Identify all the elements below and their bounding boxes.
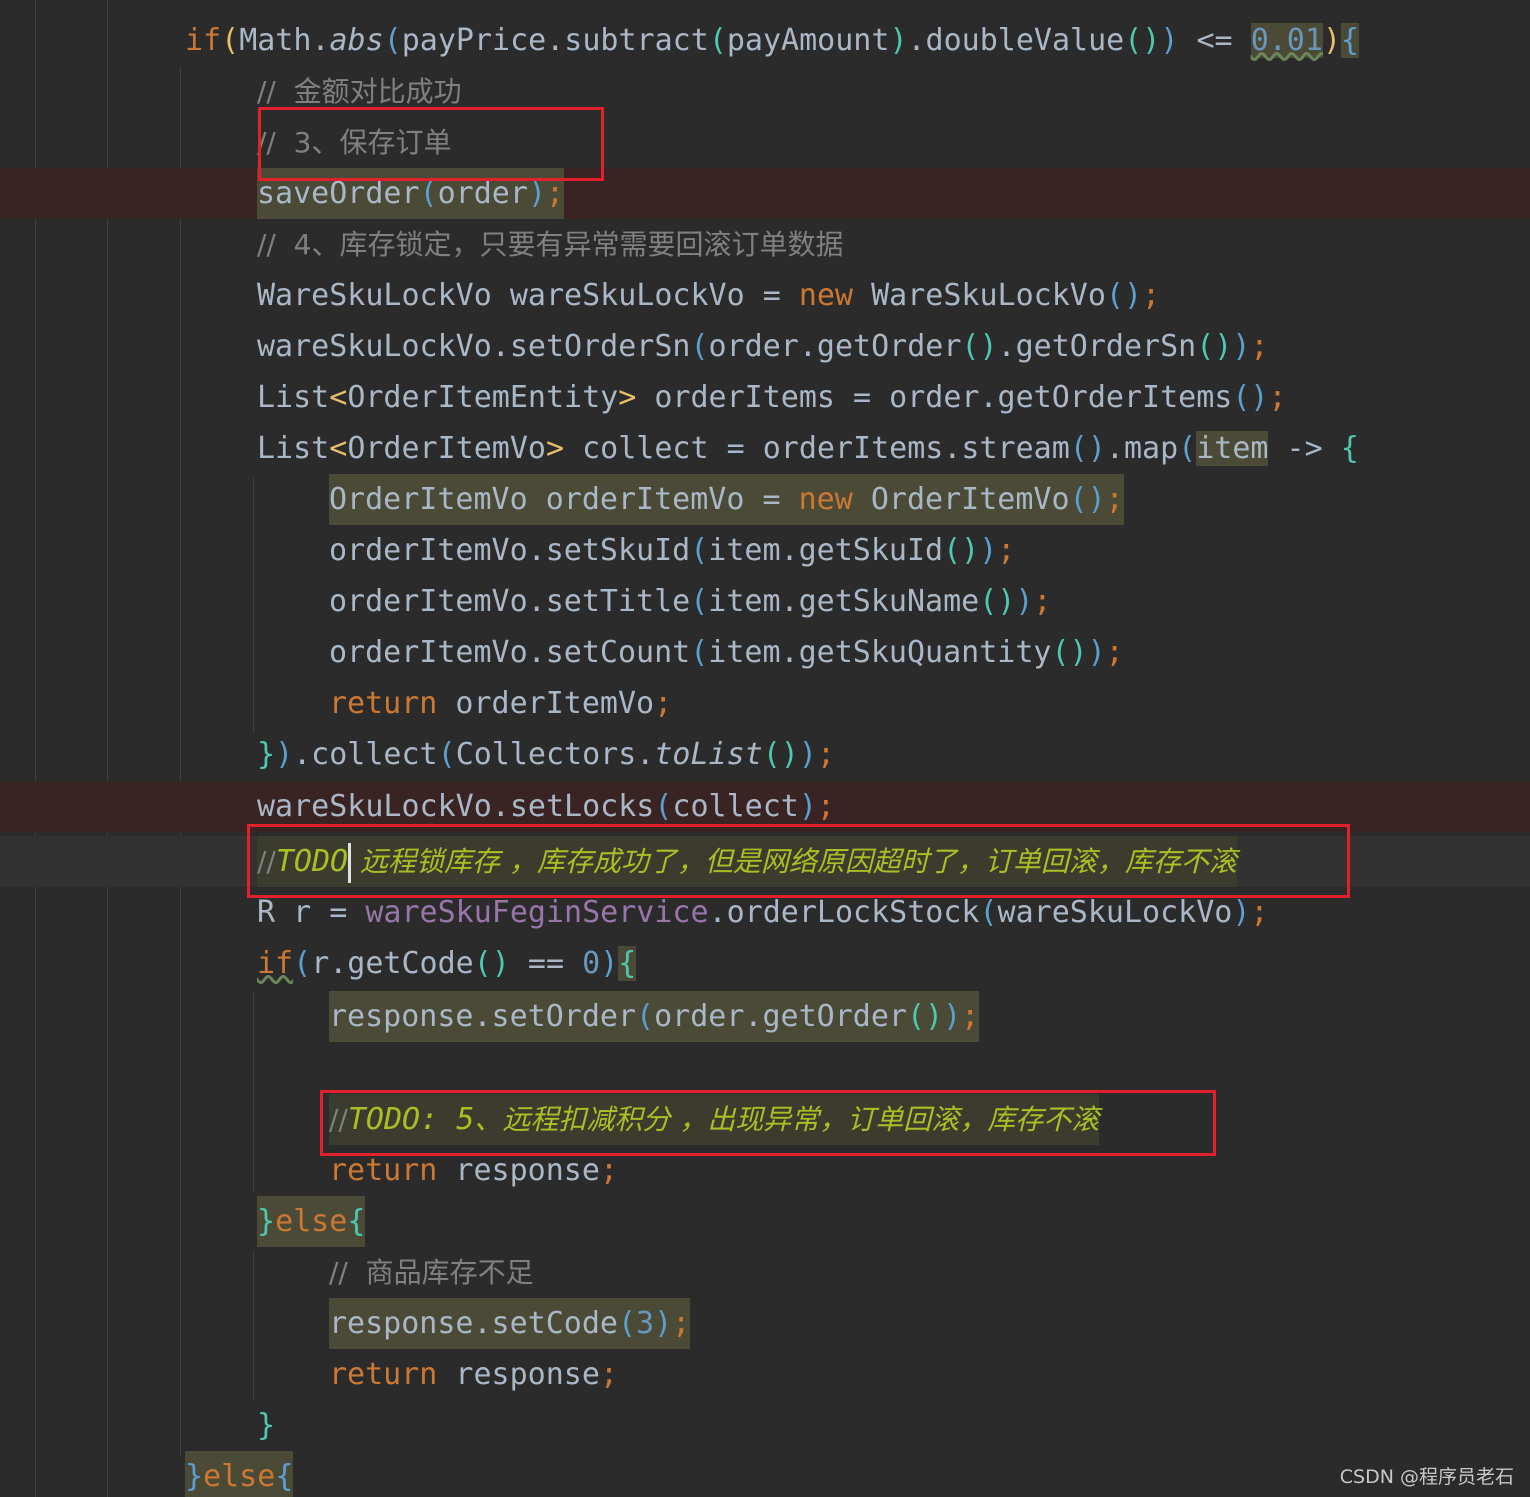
code-line-breakpoint[interactable]: saveOrder(order); bbox=[0, 168, 1530, 219]
code-comment: // 商品库存不足 bbox=[329, 1256, 534, 1289]
code-line[interactable]: List<OrderItemEntity> orderItems = order… bbox=[0, 372, 1530, 423]
code-line[interactable]: return response; bbox=[0, 1349, 1530, 1400]
code-line[interactable]: response.setCode(3); bbox=[0, 1298, 1530, 1349]
code-comment: // 4、库存锁定，只要有异常需要回滚订单数据 bbox=[257, 228, 844, 261]
annotation-box-deduct-points bbox=[320, 1090, 1216, 1156]
annotation-box-save-order bbox=[258, 107, 604, 181]
keyword-if: if bbox=[185, 23, 222, 58]
code-line[interactable]: response.setOrder(order.getOrder()); bbox=[0, 991, 1530, 1042]
code-line[interactable]: // 3、保存订单 bbox=[0, 117, 1530, 168]
code-line[interactable]: return orderItemVo; bbox=[0, 678, 1530, 729]
code-line[interactable]: }else{ bbox=[0, 1451, 1530, 1497]
code-line[interactable]: WareSkuLockVo wareSkuLockVo = new WareSk… bbox=[0, 270, 1530, 321]
code-line[interactable]: orderItemVo.setSkuId(item.getSkuId()); bbox=[0, 525, 1530, 576]
code-line[interactable]: // 商品库存不足 bbox=[0, 1247, 1530, 1298]
code-line[interactable]: if(Math.abs(payPrice.subtract(payAmount)… bbox=[0, 15, 1530, 66]
code-line[interactable]: // 金额对比成功 bbox=[0, 66, 1530, 117]
code-line[interactable]: }).collect(Collectors.toList()); bbox=[0, 729, 1530, 780]
code-line[interactable]: // 4、库存锁定，只要有异常需要回滚订单数据 bbox=[0, 219, 1530, 270]
watermark: CSDN @程序员老石 bbox=[1339, 1466, 1514, 1488]
code-line[interactable]: wareSkuLockVo.setOrderSn(order.getOrder(… bbox=[0, 321, 1530, 372]
annotation-box-remote-lock bbox=[247, 824, 1350, 898]
code-line[interactable]: } bbox=[0, 1400, 1530, 1451]
code-editor[interactable]: if(Math.abs(payPrice.subtract(payAmount)… bbox=[0, 0, 1530, 1497]
code-line[interactable]: orderItemVo.setCount(item.getSkuQuantity… bbox=[0, 627, 1530, 678]
code-line[interactable]: orderItemVo.setTitle(item.getSkuName()); bbox=[0, 576, 1530, 627]
code-line[interactable]: }else{ bbox=[0, 1196, 1530, 1247]
code-line[interactable]: List<OrderItemVo> collect = orderItems.s… bbox=[0, 423, 1530, 474]
code-line[interactable]: OrderItemVo orderItemVo = new OrderItemV… bbox=[0, 474, 1530, 525]
code-line[interactable]: if(r.getCode() == 0){ bbox=[0, 938, 1530, 989]
threshold-number: 0.01 bbox=[1250, 23, 1323, 58]
